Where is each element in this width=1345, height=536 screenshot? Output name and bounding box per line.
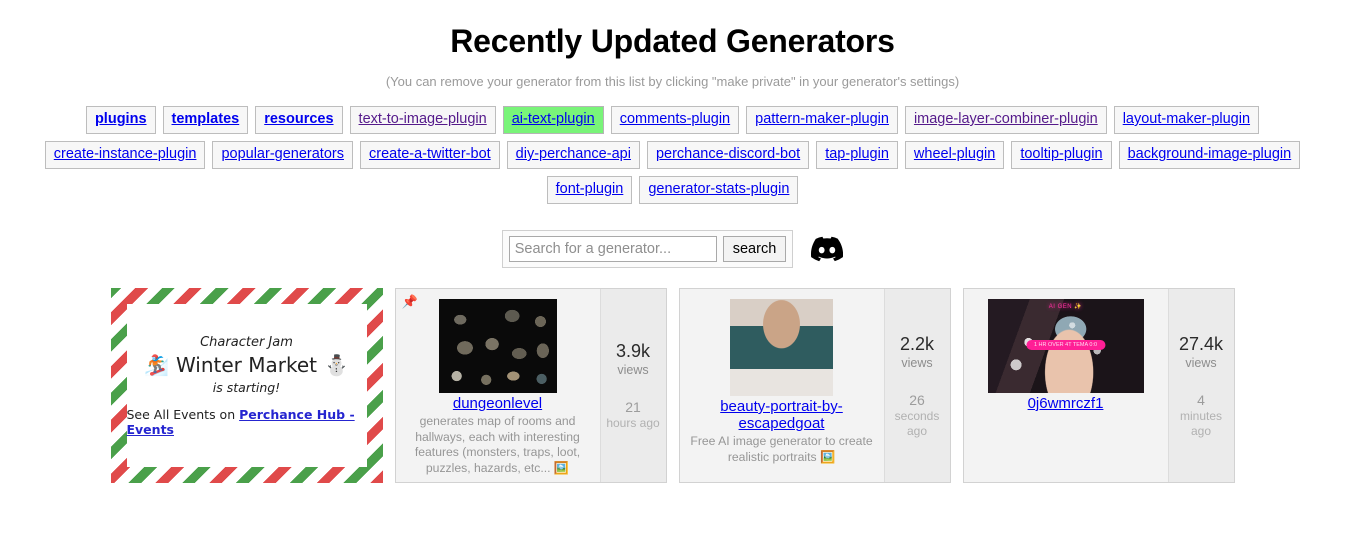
tag-link-label[interactable]: perchance-discord-bot (656, 145, 800, 164)
event-title: Winter Market (175, 352, 318, 377)
snowboarder-icon: 🏂 (144, 352, 169, 377)
tag-font-plugin[interactable]: font-plugin (546, 176, 633, 204)
tag-link-label[interactable]: plugins (95, 110, 147, 129)
tag-link-label[interactable]: create-instance-plugin (54, 145, 197, 164)
tag-create-a-twitter-bot[interactable]: create-a-twitter-bot (359, 141, 500, 169)
generator-stats-panel: 27.4k views 4 minutes ago (1167, 289, 1234, 482)
generator-description: Free AI image generator to create realis… (690, 434, 873, 464)
generator-card-main: AI GEN ✨ 1 HR OVER 4T TEMA 0:0 0j6wmrczf1 (964, 289, 1168, 482)
event-jam-label: Character Jam (200, 334, 293, 350)
tag-link-label[interactable]: layout-maker-plugin (1123, 110, 1250, 129)
tag-tooltip-plugin[interactable]: tooltip-plugin (1011, 141, 1112, 169)
tag-diy-perchance-api[interactable]: diy-perchance-api (506, 141, 640, 169)
thumbnail-overlay-mid: 1 HR OVER 4T TEMA 0:0 (1025, 340, 1106, 351)
search-input[interactable] (508, 236, 717, 262)
tag-comments-plugin[interactable]: comments-plugin (610, 106, 740, 134)
tag-pattern-maker-plugin[interactable]: pattern-maker-plugin (746, 106, 898, 134)
tag-link-label[interactable]: ai-text-plugin (512, 110, 595, 129)
page-root: Recently Updated Generators (You can rem… (0, 22, 1345, 483)
tag-wheel-plugin[interactable]: wheel-plugin (904, 141, 1005, 169)
generator-card[interactable]: beauty-portrait-by-escapedgoat Free AI im… (678, 288, 951, 483)
event-status-label: is starting! (212, 379, 281, 395)
generator-card-main: beauty-portrait-by-escapedgoat Free AI im… (680, 289, 884, 482)
tag-link-label[interactable]: generator-stats-plugin (648, 180, 789, 199)
tag-tap-plugin[interactable]: tap-plugin (816, 141, 898, 169)
updated-time-unit: hours ago (606, 416, 660, 430)
tag-link-label[interactable]: wheel-plugin (914, 145, 995, 164)
views-count: 2.2k (899, 333, 935, 354)
thumbnail-overlay-top: AI GEN ✨ (1048, 304, 1083, 310)
event-promo-card[interactable]: Character Jam 🏂 Winter Market ⛄ is start… (110, 288, 383, 483)
views-count: 3.9k (615, 341, 651, 361)
tag-layout-maker-plugin[interactable]: layout-maker-plugin (1113, 106, 1260, 134)
generator-card-main: dungeonlevel generates map of rooms and h… (396, 289, 600, 482)
tag-link-label[interactable]: font-plugin (556, 180, 624, 199)
updated-time-unit: minutes ago (1179, 408, 1223, 438)
tag-popular-generators[interactable]: popular-generators (212, 141, 353, 169)
search-button[interactable]: search (722, 236, 787, 262)
event-footer: See All Events on Perchance Hub - Events (127, 407, 367, 437)
updated-time-number: 4 (1197, 391, 1205, 408)
views-count: 27.4k (1178, 333, 1224, 354)
event-footer-prefix: See All Events on (126, 406, 236, 422)
tag-image-layer-combiner-plugin[interactable]: image-layer-combiner-plugin (904, 106, 1107, 134)
pin-icon: 📌 (401, 294, 418, 309)
generator-thumbnail[interactable] (438, 299, 557, 393)
tag-link-label[interactable]: popular-generators (221, 145, 344, 164)
updated-time-unit: seconds ago (894, 408, 940, 438)
generator-name-link[interactable]: dungeonlevel (453, 395, 542, 412)
search-row: search (0, 230, 1345, 268)
views-label: views (901, 355, 933, 370)
card-list: Character Jam 🏂 Winter Market ⛄ is start… (0, 288, 1345, 483)
generator-thumbnail[interactable] (730, 299, 833, 396)
tag-templates[interactable]: templates (162, 106, 249, 134)
generator-card[interactable]: AI GEN ✨ 1 HR OVER 4T TEMA 0:0 0j6wmrczf1 2… (962, 288, 1235, 483)
generator-card[interactable]: 📌 dungeonlevel generates map of rooms and … (394, 288, 667, 483)
tag-plugins[interactable]: plugins (85, 106, 156, 134)
tag-link-label[interactable]: tooltip-plugin (1020, 145, 1102, 164)
tag-row: plugins templates resources text-to-image-p… (0, 106, 1345, 134)
tag-create-instance-plugin[interactable]: create-instance-plugin (44, 141, 206, 169)
page-subtitle: (You can remove your generator from this… (385, 74, 960, 89)
tag-link-label[interactable]: resources (264, 110, 333, 129)
tag-link-label[interactable]: text-to-image-plugin (359, 110, 487, 129)
tag-link-label[interactable]: pattern-maker-plugin (755, 110, 889, 129)
tag-row: create-instance-plugin popular-generators… (0, 141, 1345, 169)
page-title: Recently Updated Generators (450, 23, 895, 59)
tag-list: plugins templates resources text-to-image-p… (0, 106, 1345, 204)
updated-time-number: 21 (625, 399, 641, 415)
generator-description: generates map of rooms and hallways, eac… (414, 414, 581, 475)
views-label: views (1185, 355, 1217, 370)
tag-link-label[interactable]: diy-perchance-api (516, 145, 631, 164)
tag-text-to-image-plugin[interactable]: text-to-image-plugin (349, 106, 496, 134)
tag-link-label[interactable]: image-layer-combiner-plugin (914, 110, 1098, 129)
event-main-row: 🏂 Winter Market ⛄ (144, 352, 349, 378)
search-box: search (501, 230, 794, 268)
tag-resources[interactable]: resources (255, 106, 343, 134)
tag-link-label[interactable]: tap-plugin (825, 145, 889, 164)
tag-link-label[interactable]: comments-plugin (620, 110, 730, 129)
generator-name-link[interactable]: beauty-portrait-by-escapedgoat (686, 398, 878, 432)
generator-stats-panel: 3.9k views 21 hours ago (599, 289, 666, 482)
updated-time-number: 26 (909, 391, 925, 408)
tag-perchance-discord-bot[interactable]: perchance-discord-bot (646, 141, 810, 169)
views-label: views (617, 363, 649, 377)
tag-generator-stats-plugin[interactable]: generator-stats-plugin (639, 176, 799, 204)
tag-link-label[interactable]: create-a-twitter-bot (369, 145, 491, 164)
tag-link-label[interactable]: templates (172, 110, 240, 129)
snowman-icon: ⛄ (324, 352, 349, 377)
generator-name-link[interactable]: 0j6wmrczf1 (1028, 395, 1104, 412)
discord-icon[interactable] (811, 236, 844, 262)
generator-stats-panel: 2.2k views 26 seconds ago (883, 289, 950, 482)
tag-ai-text-plugin[interactable]: ai-text-plugin (502, 106, 604, 134)
generator-thumbnail[interactable]: AI GEN ✨ 1 HR OVER 4T TEMA 0:0 (987, 299, 1144, 393)
tag-row: font-plugin generator-stats-plugin (0, 176, 1345, 204)
tag-background-image-plugin[interactable]: background-image-plugin (1118, 141, 1301, 169)
tag-link-label[interactable]: background-image-plugin (1128, 145, 1292, 164)
